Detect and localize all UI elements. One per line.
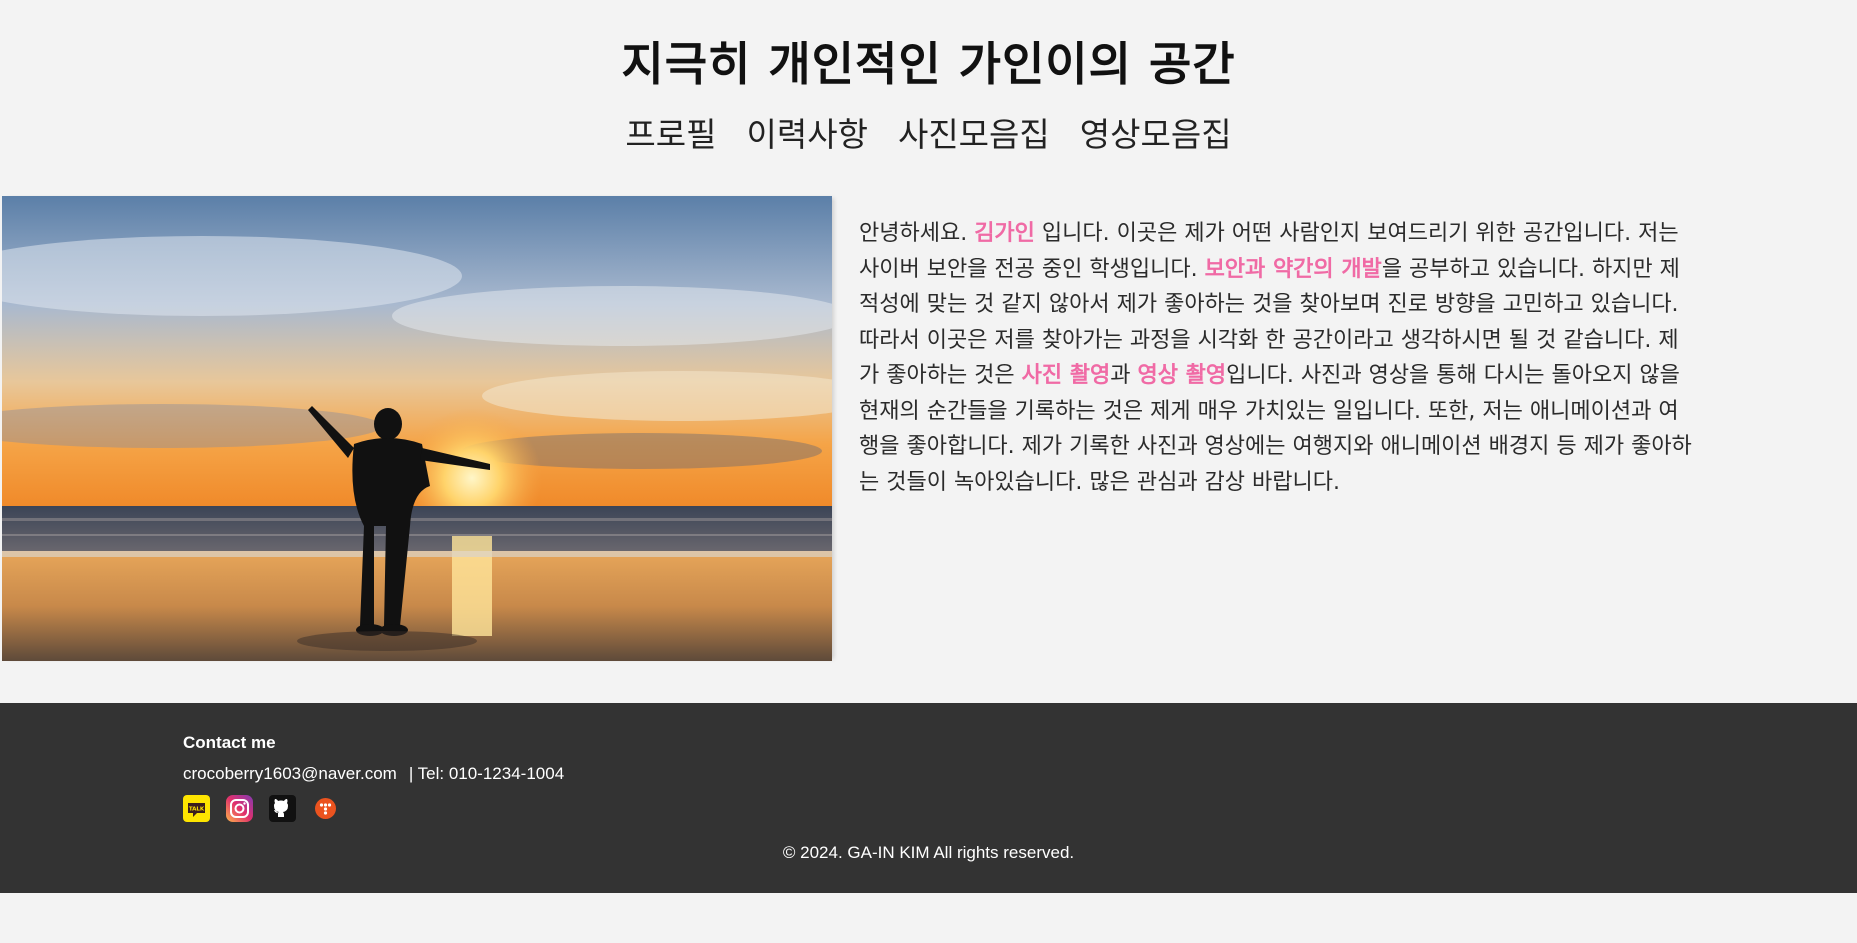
page-title: 지극히 개인적인 가인이의 공간 [621,37,1236,91]
highlight-photo: 사진 촬영 [1021,363,1111,388]
intro-paragraph: 안녕하세요. 김가인 입니다. 이곳은 제가 어떤 사람인지 보여드리기 위한 … [859,216,1694,500]
copyright-text: © 2024. GA-IN KIM All rights reserved. [782,843,1075,862]
tel-text: | Tel: 010-1234-1004 [408,764,565,783]
tistory-icon[interactable] [312,795,339,822]
email-text: crocoberry1603@naver.com [183,764,397,783]
intro-text: 안녕하세요. [859,221,975,246]
main-nav: 프로필 이력사항 사진모음집 영상모음집 [0,108,1857,156]
hero-photo [2,196,832,661]
contact-info: crocoberry1603@naver.com | Tel: 010-1234-… [183,764,564,784]
nav-video-gallery[interactable]: 영상모음집 [1080,108,1232,156]
contact-heading: Contact me [183,733,276,752]
svg-text:TALK: TALK [189,807,205,813]
instagram-icon[interactable] [226,795,253,822]
nav-photo-gallery[interactable]: 사진모음집 [898,108,1050,156]
social-links: TALK [183,795,339,822]
intro-text: 과 [1110,363,1138,388]
highlight-video: 영상 촬영 [1137,363,1227,388]
kakaotalk-icon[interactable]: TALK [183,795,210,822]
nav-profile[interactable]: 프로필 [625,108,716,156]
nav-career[interactable]: 이력사항 [747,108,868,156]
github-icon[interactable] [269,795,296,822]
highlight-name: 김가인 [974,221,1035,246]
highlight-security-dev: 보안과 약간의 개발 [1204,256,1382,282]
footer: Contact me crocoberry1603@naver.com | Tel… [0,703,1857,893]
